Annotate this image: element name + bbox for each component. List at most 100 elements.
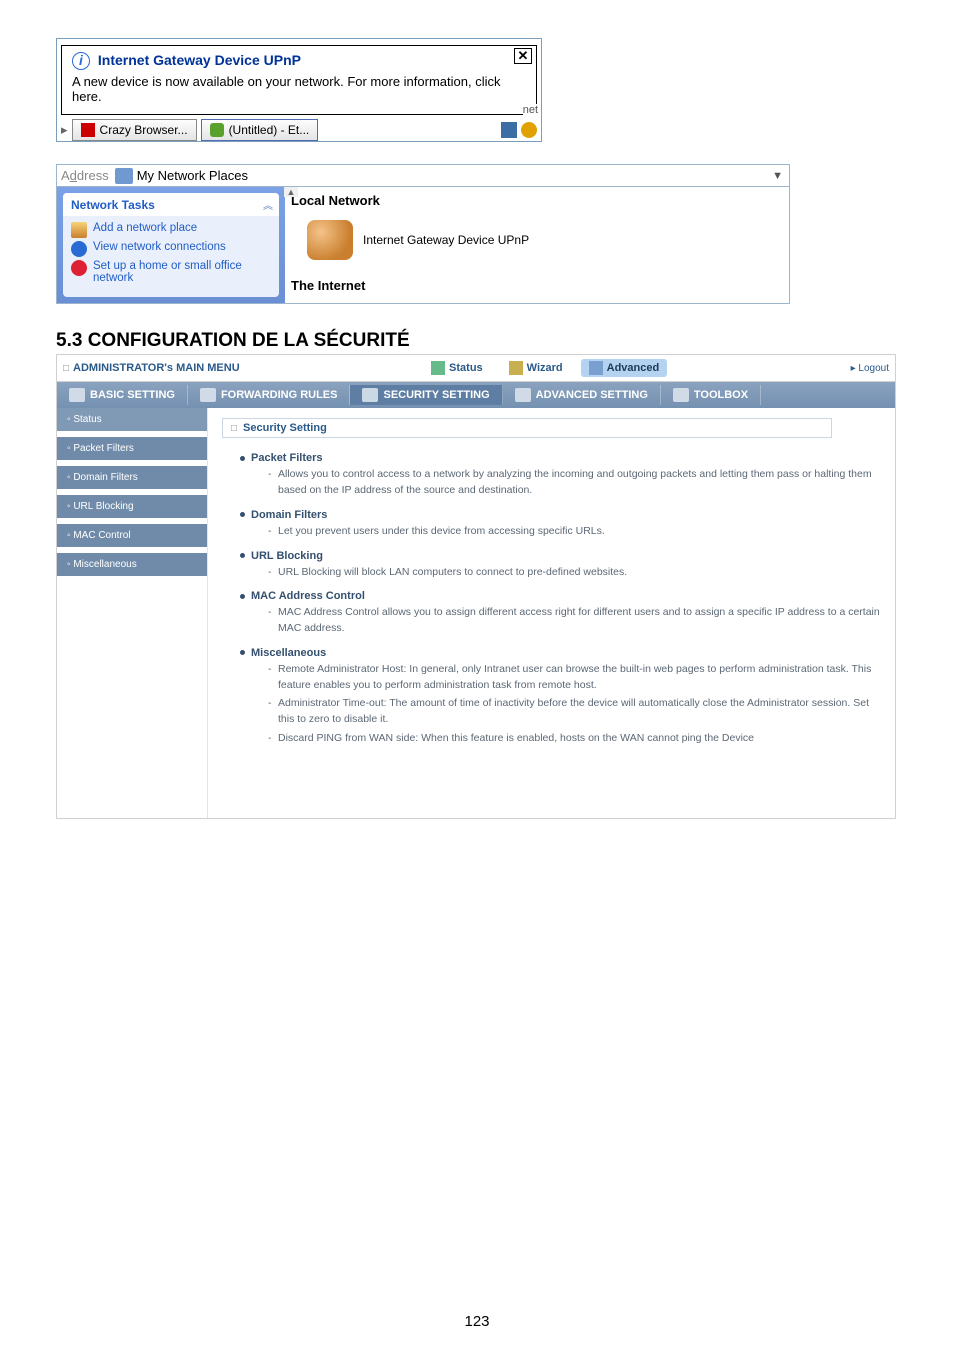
router-content: □ Security Setting Packet Filters Allows…: [207, 408, 895, 818]
subtab-label: BASIC SETTING: [90, 389, 175, 401]
section-miscellaneous: Miscellaneous Remote Administrator Host:…: [240, 647, 881, 747]
explorer-content: Local Network Internet Gateway Device UP…: [285, 187, 789, 303]
taskbar-button-label: Crazy Browser...: [100, 123, 188, 137]
address-value: My Network Places: [137, 168, 248, 183]
app-icon: [210, 123, 224, 137]
monitor-icon: [69, 388, 85, 402]
tab-status[interactable]: Status: [423, 359, 491, 377]
section-item: Remote Administrator Host: In general, o…: [268, 662, 881, 694]
chevron-up-icon[interactable]: ︽: [263, 197, 271, 212]
upnp-notification-block: ✕ i Internet Gateway Device UPnP A new d…: [56, 38, 542, 142]
task-add-network-place[interactable]: Add a network place: [71, 222, 271, 238]
nav-miscellaneous[interactable]: ◦ Miscellaneous: [57, 553, 207, 582]
page-number: 123: [0, 1313, 954, 1330]
task-view-connections[interactable]: View network connections: [71, 241, 271, 257]
task-setup-network[interactable]: Set up a home or small office network: [71, 260, 271, 284]
logout-link[interactable]: ▸ Logout: [851, 363, 889, 374]
folder-icon: [71, 222, 87, 238]
network-places-icon: [115, 168, 133, 184]
router-side-nav: ◦ Status ◦ Packet Filters ◦ Domain Filte…: [57, 408, 207, 818]
nav-domain-filters[interactable]: ◦ Domain Filters: [57, 466, 207, 495]
close-icon[interactable]: ✕: [514, 48, 532, 64]
router-admin-ui: □ ADMINISTRATOR's MAIN MENU Status Wizar…: [56, 354, 896, 819]
wizard-icon: [509, 361, 523, 375]
taskbar-button-label: (Untitled) - Et...: [229, 123, 310, 137]
info-icon: i: [72, 52, 90, 70]
subtab-basic-setting[interactable]: BASIC SETTING: [57, 385, 188, 405]
app-icon: [81, 123, 95, 137]
section-heading: 5.3 CONFIGURATION DE LA SÉCURITÉ: [56, 330, 898, 352]
gateway-device-icon: [307, 220, 353, 260]
section-item: Let you prevent users under this device …: [268, 524, 881, 540]
section-item: MAC Address Control allows you to assign…: [268, 605, 881, 637]
task-label: View network connections: [93, 241, 226, 253]
subtab-label: ADVANCED SETTING: [536, 389, 648, 401]
router-topbar: □ ADMINISTRATOR's MAIN MENU Status Wizar…: [57, 355, 895, 382]
subtab-toolbox[interactable]: TOOLBOX: [661, 385, 761, 405]
content-title-text: Security Setting: [243, 422, 327, 434]
balloon-body: A new device is now available on your ne…: [72, 74, 526, 104]
explorer-address-bar[interactable]: Address My Network Places ▼: [56, 164, 790, 187]
system-tray: [501, 122, 537, 138]
main-menu-label[interactable]: ADMINISTRATOR's MAIN MENU: [73, 362, 240, 374]
subtab-security-setting[interactable]: SECURITY SETTING: [350, 385, 502, 405]
task-label: Set up a home or small office network: [93, 260, 271, 284]
section-title: MAC Address Control: [240, 590, 881, 602]
tab-advanced[interactable]: Advanced: [581, 359, 668, 377]
taskbar-button-crazy-browser[interactable]: Crazy Browser...: [72, 119, 197, 141]
device-item[interactable]: Internet Gateway Device UPnP: [307, 220, 783, 260]
section-item: Administrator Time-out: The amount of ti…: [268, 696, 881, 728]
nav-status[interactable]: ◦ Status: [57, 408, 207, 437]
nav-mac-control[interactable]: ◦ MAC Control: [57, 524, 207, 553]
network-tasks-header[interactable]: Network Tasks ︽: [63, 193, 279, 216]
network-tasks-panel: Network Tasks ︽ Add a network place View…: [63, 193, 279, 297]
subtab-advanced-setting[interactable]: ADVANCED SETTING: [503, 385, 661, 405]
dropdown-icon[interactable]: ▼: [772, 170, 787, 182]
explorer-window: Network Tasks ︽ Add a network place View…: [56, 187, 790, 304]
toolbox-icon: [673, 388, 689, 402]
lock-icon: [362, 388, 378, 402]
the-internet-heading: The Internet: [291, 274, 783, 297]
tab-label: Advanced: [607, 362, 660, 374]
section-domain-filters: Domain Filters Let you prevent users und…: [240, 509, 881, 540]
taskbar: ▸ Crazy Browser... (Untitled) - Et...: [61, 119, 537, 141]
taskbar-button-untitled[interactable]: (Untitled) - Et...: [201, 119, 319, 141]
balloon-tail-label: net: [523, 104, 538, 116]
status-icon: [431, 361, 445, 375]
section-item: Allows you to control access to a networ…: [268, 467, 881, 499]
nav-packet-filters[interactable]: ◦ Packet Filters: [57, 437, 207, 466]
forward-icon: [200, 388, 216, 402]
section-title: Domain Filters: [240, 509, 881, 521]
balloon-title-text: Internet Gateway Device UPnP: [98, 52, 301, 68]
address-label: Address: [59, 166, 115, 185]
tray-icon[interactable]: [501, 122, 517, 138]
content-title: □ Security Setting: [222, 418, 832, 438]
gear-icon: [515, 388, 531, 402]
subtab-label: FORWARDING RULES: [221, 389, 338, 401]
device-label: Internet Gateway Device UPnP: [363, 233, 529, 247]
router-body: ◦ Status ◦ Packet Filters ◦ Domain Filte…: [57, 408, 895, 818]
upnp-balloon[interactable]: ✕ i Internet Gateway Device UPnP A new d…: [61, 45, 537, 115]
balloon-title: i Internet Gateway Device UPnP: [72, 52, 526, 70]
nav-url-blocking[interactable]: ◦ URL Blocking: [57, 495, 207, 524]
section-title: URL Blocking: [240, 550, 881, 562]
tray-icon[interactable]: [521, 122, 537, 138]
advanced-icon: [589, 361, 603, 375]
section-url-blocking: URL Blocking URL Blocking will block LAN…: [240, 550, 881, 581]
section-packet-filters: Packet Filters Allows you to control acc…: [240, 452, 881, 499]
subtab-forwarding-rules[interactable]: FORWARDING RULES: [188, 385, 351, 405]
tasks-sidebar: Network Tasks ︽ Add a network place View…: [57, 187, 285, 303]
section-item: URL Blocking will block LAN computers to…: [268, 565, 881, 581]
section-item: Discard PING from WAN side: When this fe…: [268, 731, 881, 747]
task-label: Add a network place: [93, 222, 197, 234]
section-title: Miscellaneous: [240, 647, 881, 659]
tab-label: Wizard: [527, 362, 563, 374]
local-network-heading: Local Network: [291, 189, 783, 212]
home-icon: [71, 260, 87, 276]
section-mac-address-control: MAC Address Control MAC Address Control …: [240, 590, 881, 637]
tab-label: Status: [449, 362, 483, 374]
subtab-label: TOOLBOX: [694, 389, 748, 401]
network-icon: [71, 241, 87, 257]
tab-wizard[interactable]: Wizard: [501, 359, 571, 377]
router-sub-tabs: BASIC SETTING FORWARDING RULES SECURITY …: [57, 382, 895, 408]
